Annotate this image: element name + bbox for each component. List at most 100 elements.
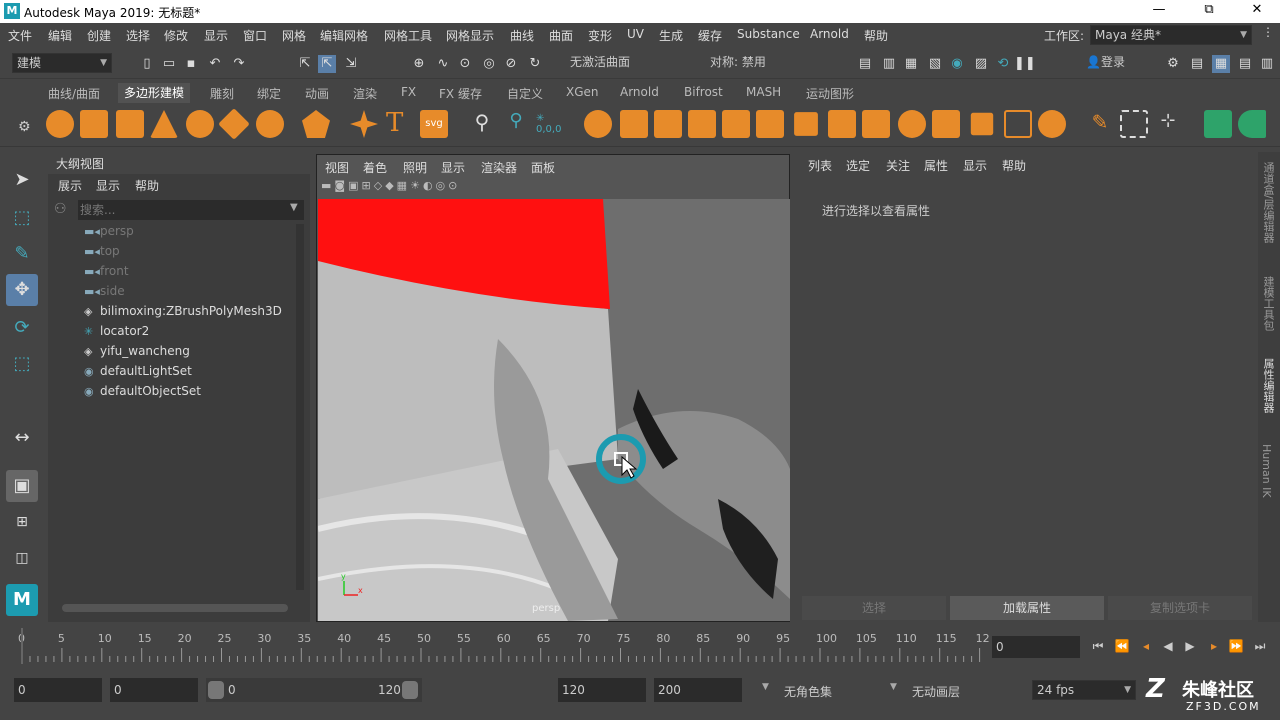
attr-menu-list[interactable]: 列表 (808, 157, 832, 174)
viewport-menu-show[interactable]: 显示 (441, 159, 465, 176)
multi-cut-icon[interactable] (756, 110, 784, 138)
insert-loop-icon[interactable] (862, 110, 890, 138)
menu-mesh-display[interactable]: 网格显示 (446, 27, 494, 44)
menu-arnold[interactable]: Arnold (810, 27, 849, 41)
open-scene-icon[interactable]: ▭ (160, 55, 178, 73)
viewport-menu-view[interactable]: 视图 (325, 159, 349, 176)
menu-create[interactable]: 创建 (87, 27, 111, 44)
outliner-item-default-light-set[interactable]: ◉ defaultLightSet (84, 364, 304, 384)
lasso-tool-icon[interactable]: ⬚ (6, 202, 38, 234)
outliner-item-front[interactable]: ▬◂front (84, 264, 304, 284)
current-frame-field[interactable]: 0 (992, 636, 1080, 658)
outliner-menu-display[interactable]: 展示 (58, 177, 82, 194)
outliner-item-top[interactable]: ▬◂top (84, 244, 304, 264)
outliner-toggle-icon[interactable]: ▥ (1258, 55, 1276, 73)
tab-motion-graphics[interactable]: 运动图形 (806, 85, 854, 102)
snap-view-plane-icon[interactable]: ◎ (480, 55, 498, 73)
ipr-icon[interactable]: ▦ (902, 55, 920, 73)
menu-select[interactable]: 选择 (126, 27, 150, 44)
chevron-down-icon[interactable]: ▼ (762, 682, 769, 692)
measure-tool-icon[interactable]: ↔ (6, 422, 38, 454)
tab-mash[interactable]: MASH (746, 85, 781, 99)
outliner-menu-show[interactable]: 显示 (96, 177, 120, 194)
menu-edit[interactable]: 编辑 (48, 27, 72, 44)
step-back-key-icon[interactable]: ⏪ (1114, 638, 1130, 654)
tab-arnold[interactable]: Arnold (620, 85, 659, 99)
minimize-button[interactable]: — (1144, 2, 1174, 17)
bevel-icon[interactable] (688, 110, 716, 138)
grid-toggle-icon[interactable]: ⊞ (362, 179, 374, 192)
viewport-menu-lighting[interactable]: 照明 (403, 159, 427, 176)
paint-select-tool-icon[interactable]: ✎ (6, 238, 38, 270)
textured-icon[interactable]: ▦ (397, 179, 410, 192)
viewport-toolbar[interactable]: ▬◙▣⊞◇◆▦☀◐◎⊙ (321, 179, 787, 197)
menu-edit-mesh[interactable]: 编辑网格 (320, 27, 368, 44)
redo-icon[interactable]: ↷ (230, 55, 248, 73)
step-forward-key-icon[interactable]: ⏩ (1228, 638, 1244, 654)
rotate-tool-icon[interactable]: ⟳ (6, 312, 38, 344)
camera-bookmark-icon[interactable]: ◙ (334, 179, 348, 192)
pause-icon[interactable]: ❚❚ (1014, 55, 1036, 73)
attr-menu-show[interactable]: 显示 (963, 157, 987, 174)
restore-button[interactable]: ⧉ (1194, 2, 1224, 17)
combine-icon[interactable]: ⚲ (468, 110, 496, 138)
extrude-icon[interactable] (620, 110, 648, 138)
menu-windows[interactable]: 窗口 (243, 27, 267, 44)
live-surface-field[interactable]: 无激活曲面 (566, 53, 662, 73)
menu-uv[interactable]: UV (627, 27, 644, 41)
attr-menu-help[interactable]: 帮助 (1002, 157, 1026, 174)
viewport-scene[interactable]: y x persp (318, 199, 790, 621)
load-attributes-button[interactable]: 加载属性 (950, 596, 1104, 620)
tab-channel-box[interactable]: 通道盒/层编辑器 (1260, 162, 1276, 243)
poly-sphere-icon[interactable] (46, 110, 74, 138)
tab-rigging[interactable]: 绑定 (257, 85, 281, 102)
unfold-icon[interactable]: ⊹ (1154, 110, 1182, 138)
character-set-field[interactable]: 无角色集 (784, 683, 832, 700)
select-by-object-icon[interactable]: ⇱ (318, 55, 336, 73)
copy-tab-button[interactable]: 复制选项卡 (1108, 596, 1252, 620)
go-to-start-icon[interactable]: ⏮ (1090, 638, 1106, 654)
snap-grid-icon[interactable]: ⊕ (410, 55, 428, 73)
outliner-item-side[interactable]: ▬◂side (84, 284, 304, 304)
smooth-shade-icon[interactable]: ◆ (385, 179, 396, 192)
filter-icon[interactable]: ⚇ (54, 201, 67, 217)
menu-help[interactable]: 帮助 (864, 27, 888, 44)
step-forward-frame-icon[interactable]: ▸ (1206, 638, 1222, 654)
anim-layer-field[interactable]: 无动画层 (912, 683, 960, 700)
attr-menu-attributes[interactable]: 属性 (924, 157, 948, 174)
playback-end-field[interactable]: 120 (558, 678, 646, 702)
ipr-render-icon[interactable]: ▥ (880, 55, 898, 73)
new-scene-icon[interactable]: ▯ (138, 55, 156, 73)
uv-editor-icon[interactable] (1120, 110, 1148, 138)
chevron-down-icon[interactable]: ▼ (290, 202, 298, 213)
tab-sculpting[interactable]: 雕刻 (210, 85, 234, 102)
camera-attributes-icon[interactable]: ▬ (321, 179, 334, 192)
tool-settings-icon[interactable]: ▤ (1236, 55, 1254, 73)
shelf-settings-icon[interactable]: ⚙ (18, 119, 31, 135)
menu-display[interactable]: 显示 (204, 27, 228, 44)
playback-start-field[interactable]: 0 (110, 678, 198, 702)
go-to-end-icon[interactable]: ⏭ (1252, 638, 1268, 654)
green-plane-icon[interactable] (1204, 110, 1232, 138)
attr-menu-selected[interactable]: 选定 (846, 157, 870, 174)
select-by-hierarchy-icon[interactable]: ⇱ (296, 55, 314, 73)
tab-modeling-toolkit[interactable]: 建模工具包 (1260, 276, 1276, 331)
bridge-icon[interactable] (654, 110, 682, 138)
menu-cache[interactable]: 缓存 (698, 27, 722, 44)
render-settings-icon[interactable]: ▧ (926, 55, 944, 73)
render-view-icon[interactable]: ▨ (972, 55, 990, 73)
type-tool-icon[interactable]: T (386, 108, 403, 138)
shadows-icon[interactable]: ◐ (423, 179, 436, 192)
outliner-item-yifu[interactable]: ◈ yifu_wancheng (84, 344, 304, 364)
poly-cube-icon[interactable] (80, 110, 108, 138)
tab-rendering[interactable]: 渲染 (353, 85, 377, 102)
fps-dropdown[interactable]: 24 fps ▼ (1032, 680, 1136, 700)
outliner-vertical-scrollbar[interactable] (296, 224, 304, 590)
maya-m-icon[interactable]: M (6, 584, 38, 616)
outliner-item-locator2[interactable]: ✳ locator2 (84, 324, 304, 344)
poly-torus-icon[interactable] (186, 110, 214, 138)
menu-generate[interactable]: 生成 (659, 27, 683, 44)
green-shape-icon[interactable] (1238, 110, 1266, 138)
poke-icon[interactable] (1004, 110, 1032, 138)
viewport-menu-panels[interactable]: 面板 (531, 159, 555, 176)
